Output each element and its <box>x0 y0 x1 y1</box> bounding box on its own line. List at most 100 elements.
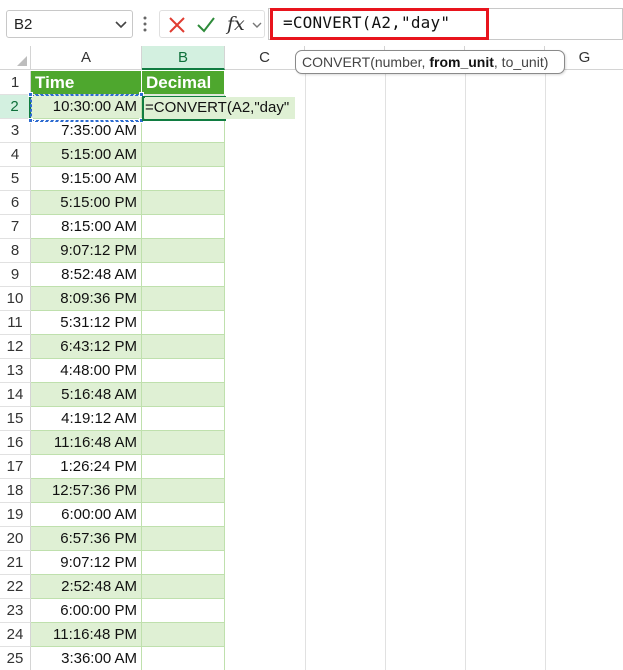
decimal-cell[interactable] <box>142 239 225 263</box>
fx-icon[interactable]: fx <box>227 13 245 35</box>
cell-editing-text[interactable]: =CONVERT(A2,"day" <box>145 97 296 119</box>
row-header[interactable]: 9 <box>0 263 31 287</box>
row-header[interactable]: 22 <box>0 575 31 599</box>
row-header[interactable]: 1 <box>0 71 31 95</box>
header-cell-decimal[interactable]: Decimal <box>142 71 225 95</box>
row-header[interactable]: 18 <box>0 479 31 503</box>
time-cell[interactable]: 11:16:48 AM <box>31 431 142 455</box>
time-cell[interactable]: 6:00:00 AM <box>31 503 142 527</box>
time-cell[interactable]: 4:19:12 AM <box>31 407 142 431</box>
name-box-value: B2 <box>14 16 33 33</box>
formula-bar: B2 fx =CONVERT(A2,"day" <box>0 0 623 46</box>
row-header[interactable]: 24 <box>0 623 31 647</box>
cancel-x-icon[interactable] <box>168 16 186 34</box>
time-cell[interactable]: 8:09:36 PM <box>31 287 142 311</box>
decimal-cell[interactable] <box>142 503 225 527</box>
time-cell[interactable]: 3:36:00 AM <box>31 647 142 670</box>
formula-text[interactable]: =CONVERT(A2,"day" <box>283 13 450 32</box>
chevron-down-icon[interactable] <box>251 19 263 31</box>
decimal-cell[interactable] <box>142 647 225 670</box>
decimal-cell[interactable] <box>142 167 225 191</box>
time-cell[interactable]: 6:00:00 PM <box>31 599 142 623</box>
row-header[interactable]: 5 <box>0 167 31 191</box>
decimal-cell[interactable] <box>142 407 225 431</box>
reference-highlight-a2 <box>30 94 144 122</box>
name-box[interactable]: B2 <box>6 10 133 38</box>
row-header[interactable]: 12 <box>0 335 31 359</box>
row-header[interactable]: 2 <box>0 95 31 119</box>
grid-line <box>385 70 386 670</box>
time-cell[interactable]: 6:57:36 PM <box>31 527 142 551</box>
more-vertical-icon[interactable] <box>142 15 148 33</box>
time-cell[interactable]: 2:52:48 AM <box>31 575 142 599</box>
row-header[interactable]: 3 <box>0 119 31 143</box>
decimal-cell[interactable] <box>142 359 225 383</box>
time-cell[interactable]: 8:15:00 AM <box>31 215 142 239</box>
decimal-cell[interactable] <box>142 119 225 143</box>
header-cell-time[interactable]: Time <box>31 71 142 95</box>
time-cell[interactable]: 5:15:00 PM <box>31 191 142 215</box>
decimal-cell[interactable] <box>142 191 225 215</box>
column-header-c[interactable]: C <box>225 46 305 70</box>
time-cell[interactable]: 8:52:48 AM <box>31 263 142 287</box>
formula-buttons: fx <box>159 10 265 38</box>
row-header[interactable]: 16 <box>0 431 31 455</box>
decimal-cell[interactable] <box>142 383 225 407</box>
time-cell[interactable]: 4:48:00 PM <box>31 359 142 383</box>
decimal-cell[interactable] <box>142 479 225 503</box>
decimal-cell[interactable] <box>142 599 225 623</box>
decimal-cell[interactable] <box>142 455 225 479</box>
grid-line <box>305 70 306 670</box>
row-header[interactable]: 23 <box>0 599 31 623</box>
row-header[interactable]: 10 <box>0 287 31 311</box>
decimal-cell[interactable] <box>142 311 225 335</box>
decimal-cell[interactable] <box>142 263 225 287</box>
time-cell[interactable]: 12:57:36 PM <box>31 479 142 503</box>
time-cell[interactable]: 6:43:12 PM <box>31 335 142 359</box>
row-header[interactable]: 19 <box>0 503 31 527</box>
row-header[interactable]: 14 <box>0 383 31 407</box>
row-header[interactable]: 8 <box>0 239 31 263</box>
time-cell[interactable]: 1:26:24 PM <box>31 455 142 479</box>
row-header[interactable]: 21 <box>0 551 31 575</box>
time-cell[interactable]: 5:15:00 AM <box>31 143 142 167</box>
select-all-corner[interactable] <box>0 46 31 70</box>
decimal-cell[interactable] <box>142 623 225 647</box>
time-cell[interactable]: 5:16:48 AM <box>31 383 142 407</box>
decimal-cell[interactable] <box>142 575 225 599</box>
row-header[interactable]: 17 <box>0 455 31 479</box>
time-cell[interactable]: 7:35:00 AM <box>31 119 142 143</box>
row-header[interactable]: 7 <box>0 215 31 239</box>
row-header[interactable]: 11 <box>0 311 31 335</box>
time-cell[interactable]: 5:31:12 PM <box>31 311 142 335</box>
grid-line <box>545 70 546 670</box>
row-header[interactable]: 25 <box>0 647 31 670</box>
row-header[interactable]: 6 <box>0 191 31 215</box>
time-cell[interactable]: 9:07:12 PM <box>31 239 142 263</box>
function-tooltip: CONVERT(number, from_unit, to_unit) <box>295 50 565 74</box>
time-cell[interactable]: 11:16:48 PM <box>31 623 142 647</box>
tooltip-bold-arg[interactable]: from_unit <box>429 54 494 70</box>
decimal-cell[interactable] <box>142 431 225 455</box>
decimal-cell[interactable] <box>142 335 225 359</box>
resize-handle[interactable] <box>28 92 33 97</box>
decimal-cell[interactable] <box>142 287 225 311</box>
row-header[interactable]: 4 <box>0 143 31 167</box>
column-header-a[interactable]: A <box>31 46 142 70</box>
row-header[interactable]: 15 <box>0 407 31 431</box>
grid-line <box>465 70 466 670</box>
enter-check-icon[interactable] <box>196 16 216 34</box>
time-cell[interactable]: 9:07:12 PM <box>31 551 142 575</box>
row-header[interactable]: 20 <box>0 527 31 551</box>
decimal-cell[interactable] <box>142 143 225 167</box>
chevron-down-icon[interactable] <box>114 16 128 32</box>
decimal-cell[interactable] <box>142 215 225 239</box>
tooltip-prefix: CONVERT(number, <box>302 54 430 70</box>
column-header-b[interactable]: B <box>142 46 225 70</box>
decimal-cell[interactable] <box>142 527 225 551</box>
time-cell[interactable]: 9:15:00 AM <box>31 167 142 191</box>
decimal-cell[interactable] <box>142 551 225 575</box>
resize-handle[interactable] <box>28 118 33 123</box>
row-header[interactable]: 13 <box>0 359 31 383</box>
select-all-icon <box>17 56 27 66</box>
